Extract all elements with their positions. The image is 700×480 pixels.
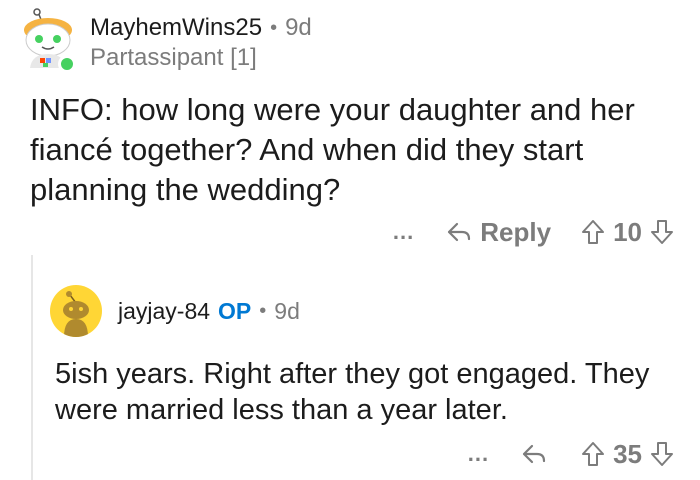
reply-body: 5ish years. Right after they got engaged… [55, 358, 650, 426]
online-status-indicator [58, 55, 76, 73]
separator-dot: • [270, 16, 278, 39]
op-badge: OP [218, 297, 252, 324]
user-flair: Partassipant [1] [90, 44, 257, 71]
reply-label: Reply [480, 216, 552, 247]
comment-body: INFO: how long were your daughter and he… [30, 92, 635, 207]
reply-header: jayjay-84 OP • 9d [118, 296, 300, 326]
more-options-button[interactable]: ... [393, 219, 414, 245]
upvote-arrow-icon[interactable] [581, 219, 605, 245]
vote-controls: 10 [581, 217, 674, 248]
reply-actions: ... 35 [468, 437, 674, 471]
upvote-arrow-icon[interactable] [581, 441, 605, 467]
downvote-arrow-icon[interactable] [650, 219, 674, 245]
vote-count: 35 [613, 438, 642, 469]
comment-actions: ... Reply 10 [393, 215, 674, 249]
downvote-arrow-icon[interactable] [650, 441, 674, 467]
more-options-button[interactable]: ... [468, 441, 489, 467]
comment-header: MayhemWins25 • 9d [90, 12, 312, 44]
reply-icon[interactable] [521, 443, 547, 465]
comment-username[interactable]: MayhemWins25 [90, 14, 262, 42]
reply-button[interactable]: Reply [446, 217, 551, 248]
comment-age[interactable]: 9d [285, 14, 312, 42]
vote-controls: 35 [581, 439, 674, 470]
reply-age[interactable]: 9d [274, 298, 300, 325]
comment-thread: MayhemWins25 • 9d Partassipant [1] INFO:… [0, 0, 700, 480]
reply-icon [446, 221, 472, 243]
separator-dot: • [259, 299, 267, 322]
reply-user-avatar[interactable] [50, 285, 102, 337]
vote-count: 10 [613, 216, 642, 247]
reply-username[interactable]: jayjay-84 [118, 298, 210, 325]
thread-line[interactable] [31, 255, 33, 480]
